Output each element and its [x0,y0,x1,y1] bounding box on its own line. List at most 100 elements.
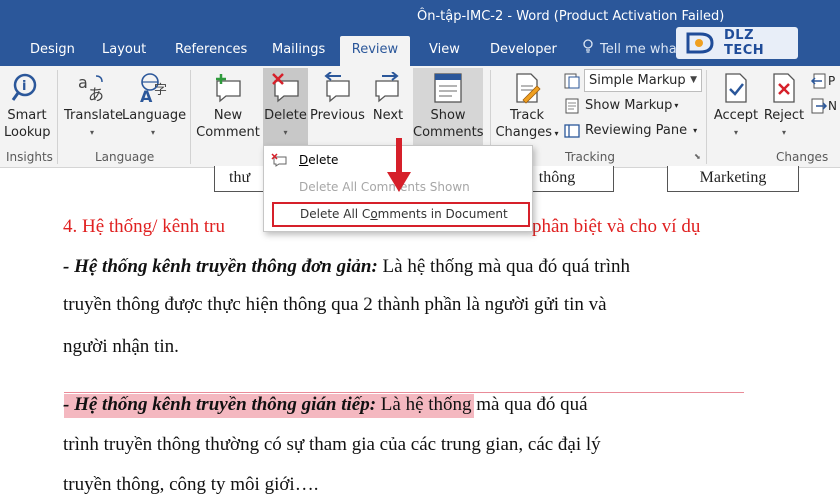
paragraph-line: trình truyền thông thường có sự tham gia… [63,434,601,455]
show-comments-label-1: Show [430,108,466,123]
logo-text: DLZ TECH [724,28,765,58]
previous-comment-button[interactable]: Previous [310,72,365,124]
term-bold: - Hệ thống kênh truyền thông gián tiếp [63,394,370,415]
next-label: Next [372,108,404,123]
reject-button[interactable]: Reject ▾ [762,72,806,141]
heading-right-text: phân biệt và cho ví dụ [532,216,701,237]
tab-mailings[interactable]: Mailings [272,36,325,66]
tab-layout[interactable]: Layout [102,36,146,66]
doc-heading-right: phân biệt và cho ví dụ [532,216,700,238]
heading-left-text: 4. Hệ thống/ kênh tru [63,216,226,237]
previous-change-label: P [828,74,836,88]
paragraph-line: truyền thông được thực hiện thông qua 2 … [63,294,607,315]
language-button[interactable]: A 字 Language ▾ [122,72,187,141]
delete-label: Delete [264,108,307,123]
svg-text:字: 字 [154,83,167,98]
track-change-line [64,392,744,393]
dialog-launcher-icon[interactable]: ⬊ [694,152,701,161]
group-insights: Insights [6,150,53,164]
group-separator [57,70,58,164]
tab-design[interactable]: Design [30,36,75,66]
chevron-down-icon: ▾ [283,128,288,137]
reviewing-pane-icon [564,124,580,138]
diagram-box-text: thư [229,169,251,186]
delete-all-underline-letter: o [370,207,378,221]
show-comments-label-2: Comments [413,125,484,140]
doc-heading: 4. Hệ thống/ kênh tru [63,216,225,238]
new-comment-label-2: Comment [196,125,260,140]
paragraph-line: - Hệ thống kênh truyền thông gián tiếp: … [63,394,588,416]
previous-label: Previous [310,108,365,123]
svg-text:あ: あ [88,85,104,104]
group-separator [190,70,191,164]
delete-comment-button[interactable]: Delete ▾ [263,68,308,146]
paragraph-line: truyền thông, công ty môi giới…. [63,474,319,495]
next-comment-button[interactable]: Next [368,72,408,124]
chevron-down-icon: ▾ [150,128,155,137]
paragraph-text: Là hệ thống mà qua đó quá [376,394,588,415]
markup-select-value: Simple Markup [589,73,686,88]
diagram-box-text: Marketing [699,169,767,186]
chevron-down-icon: ▼ [690,75,697,85]
show-comments-button[interactable]: Show Comments [413,68,483,146]
chevron-down-icon: ▾ [89,128,94,137]
paragraph-line: người nhận tin. [63,336,179,357]
smart-lookup-label-2: Lookup [4,125,51,140]
tab-developer[interactable]: Developer [490,36,557,66]
next-change-label: N [828,99,837,113]
tab-references[interactable]: References [175,36,247,66]
accept-button[interactable]: Accept ▾ [712,72,760,141]
show-markup-button[interactable]: Show Markup ▾ [563,95,678,117]
window-title: Ôn-tập-IMC-2 - Word (Product Activation … [417,9,725,24]
tab-review[interactable]: Review [340,36,410,66]
delete-underline-letter: D [299,153,309,167]
logo-mark-icon [684,30,718,56]
svg-text:A: A [140,87,153,104]
term-bold: - Hệ thống kênh truyền thông đơn giản: [63,256,378,277]
track-changes-icon [516,73,541,104]
group-separator [706,70,707,164]
chevron-down-icon: ▾ [733,128,738,137]
delete-all-post: mments in Document [377,207,508,221]
accept-label: Accept [713,108,759,123]
delete-item-rest: elete [308,153,339,167]
paragraph-line: - Hệ thống kênh truyền thông đơn giản: L… [63,256,630,278]
show-markup-label: Show Markup [585,98,673,113]
lightbulb-icon [582,36,594,64]
new-comment-label-1: New [213,108,243,123]
group-tracking: Tracking [565,150,615,164]
delete-comment-icon [271,73,299,103]
next-change-button[interactable]: N [810,95,837,117]
chevron-down-icon: ▾ [551,129,559,138]
svg-text:a: a [78,73,88,92]
chevron-down-icon: ▾ [674,101,679,110]
red-arrow-annotation-icon [387,138,411,192]
previous-comment-icon [324,72,350,103]
new-comment-button[interactable]: New Comment [196,72,260,141]
new-comment-icon [216,74,241,103]
reject-label: Reject [763,108,805,123]
smart-lookup-label-1: Smart [7,108,47,123]
diagram-box-text: thông [538,169,576,186]
menu-item-delete-all-in-document[interactable]: Delete All Comments in Document [272,202,530,227]
display-for-review-icon [563,70,581,92]
chevron-down-icon: ▾ [781,128,786,137]
translate-button[interactable]: a あ Translate ▾ [64,72,123,141]
markup-select[interactable]: Simple Markup ▼ [584,69,702,92]
track-changes-button[interactable]: Track Changes ▾ [494,72,560,142]
reject-icon [773,73,795,103]
previous-change-button[interactable]: P [810,70,835,92]
next-change-icon [811,98,828,114]
smart-lookup-button[interactable]: i Smart Lookup [4,72,51,141]
reviewing-pane-button[interactable]: Reviewing Pane ▾ [563,120,697,142]
track-changes-label-2: Changes [495,125,552,140]
show-comments-icon [434,73,462,103]
accept-icon [725,73,747,103]
show-markup-icon [565,98,579,114]
track-changes-label-1: Track [509,108,545,123]
tab-view[interactable]: View [429,36,460,66]
smart-lookup-icon: i [11,73,37,101]
language-label: Language [122,108,187,123]
diagram-box: Marketing [667,166,799,192]
previous-change-icon [810,73,826,89]
